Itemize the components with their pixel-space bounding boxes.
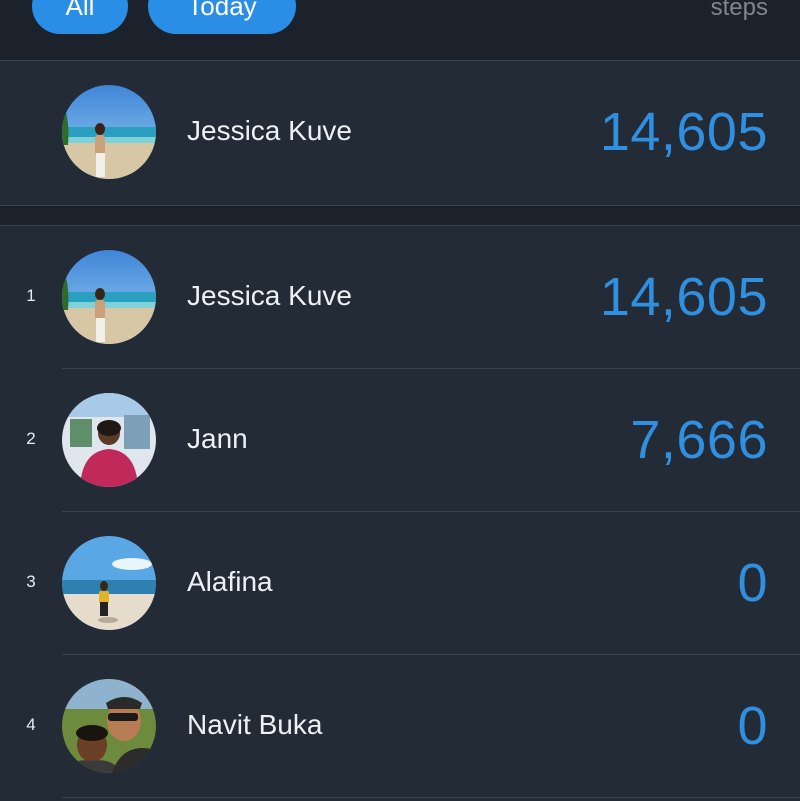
- rank-number: 3: [26, 572, 36, 591]
- couple-selfie-avatar: [62, 679, 156, 773]
- participant-name: Jann: [187, 423, 248, 454]
- rank-number: 4: [26, 715, 36, 734]
- filter-today-label: Today: [187, 0, 257, 21]
- participant-name: Alafina: [187, 566, 273, 597]
- beach-fullbody-avatar: [62, 536, 156, 630]
- leaderboard-row[interactable]: 2 Jann 7,666: [0, 369, 800, 512]
- filter-header: All Today steps: [0, 0, 800, 61]
- participant-name: Navit Buka: [187, 709, 323, 740]
- section-gap: [0, 206, 800, 226]
- beach-portrait-avatar: [62, 85, 156, 179]
- rank-number: 1: [26, 286, 36, 305]
- participant-steps: 14,605: [599, 267, 768, 327]
- leaderboard-row[interactable]: 4 Navit Buka 0: [0, 655, 800, 798]
- participant-steps: 0: [737, 696, 768, 756]
- beach-portrait-avatar: [62, 250, 156, 344]
- indoor-portrait-avatar: [62, 393, 156, 487]
- row-divider: [62, 797, 800, 798]
- current-user-steps: 14,605: [599, 102, 768, 162]
- participant-steps: 0: [737, 553, 768, 613]
- filter-all-label: All: [65, 0, 95, 21]
- filter-all-button[interactable]: All: [32, 0, 128, 34]
- unit-label: steps: [710, 0, 768, 21]
- current-user-name: Jessica Kuve: [187, 115, 352, 146]
- leaderboard-row[interactable]: 3 Alafina 0: [0, 512, 800, 655]
- filter-today-button[interactable]: Today: [148, 0, 296, 34]
- participant-steps: 7,666: [630, 410, 768, 470]
- rank-number: 2: [26, 429, 36, 448]
- current-user-card[interactable]: Jessica Kuve 14,605: [0, 61, 800, 206]
- leaderboard-row[interactable]: 1 Jessica Kuve 14,605: [0, 226, 800, 369]
- participant-name: Jessica Kuve: [187, 280, 352, 311]
- leaderboard-screen: All Today steps Jessica Kuve 14,605 1 Je…: [0, 0, 800, 801]
- leaderboard-list: 1 Jessica Kuve 14,605 2 Jann 7,666 3 Ala…: [0, 226, 800, 798]
